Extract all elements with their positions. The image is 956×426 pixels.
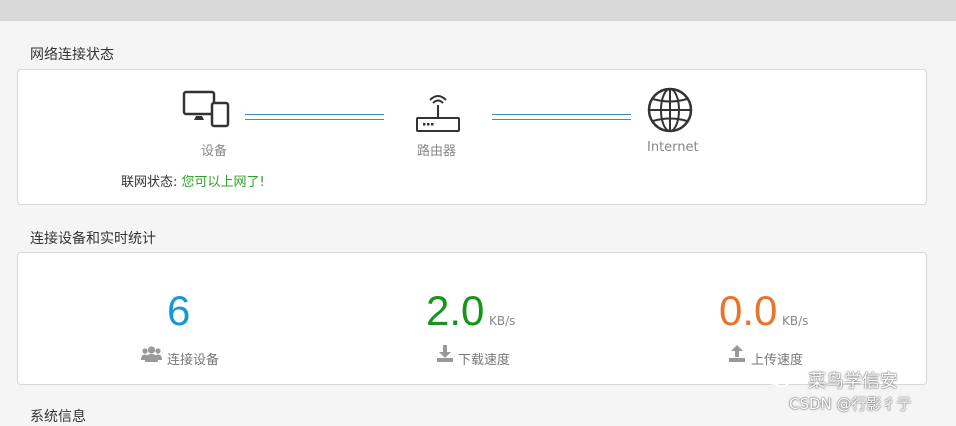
router-internet-link bbox=[492, 114, 631, 120]
upload-icon bbox=[728, 345, 746, 367]
connection-status-label: 联网状态: bbox=[121, 175, 178, 190]
devices-label: 连接设备 bbox=[167, 353, 220, 368]
internet-label: Internet bbox=[647, 140, 699, 155]
device-label: 设备 bbox=[201, 144, 228, 159]
upload-speed-unit: KB/s bbox=[782, 314, 809, 328]
devices-stats-title: 连接设备和实时统计 bbox=[30, 231, 156, 247]
download-speed-label: 下载速度 bbox=[458, 353, 511, 368]
download-icon bbox=[436, 345, 454, 367]
watermark-author: CSDN @行影彳亍 bbox=[789, 395, 912, 413]
router-label: 路由器 bbox=[417, 144, 457, 159]
download-speed-unit: KB/s bbox=[489, 314, 516, 328]
top-bar bbox=[0, 0, 956, 21]
device-node[interactable] bbox=[182, 90, 232, 130]
watermark-title: 菜鸟学信安 bbox=[808, 371, 898, 392]
device-router-link bbox=[245, 114, 384, 120]
wechat-icon bbox=[766, 370, 790, 388]
system-info-title: 系统信息 bbox=[30, 409, 86, 425]
connection-status-value: 您可以上网了! bbox=[181, 175, 265, 190]
router-node[interactable] bbox=[414, 88, 462, 134]
globe-icon bbox=[647, 87, 693, 133]
download-speed-value: 2.0 bbox=[426, 287, 485, 334]
devices-count: 6 bbox=[167, 287, 191, 334]
connection-status-title: 网络连接状态 bbox=[30, 47, 114, 63]
internet-node[interactable] bbox=[646, 86, 694, 134]
connection-status: 联网状态: 您可以上网了! bbox=[121, 171, 265, 190]
stats-panel: 6 连接设备 2.0 KB/s 下载速度 0.0 KB/s 上传速度 bbox=[17, 252, 927, 385]
users-icon bbox=[141, 345, 162, 367]
devices-icon bbox=[182, 90, 230, 128]
upload-speed-value: 0.0 bbox=[719, 287, 778, 334]
router-icon bbox=[416, 95, 460, 132]
upload-speed-label: 上传速度 bbox=[751, 353, 804, 368]
connection-status-panel: 设备 路由器 Internet 联网状态: 您可以上网了! bbox=[17, 69, 927, 205]
